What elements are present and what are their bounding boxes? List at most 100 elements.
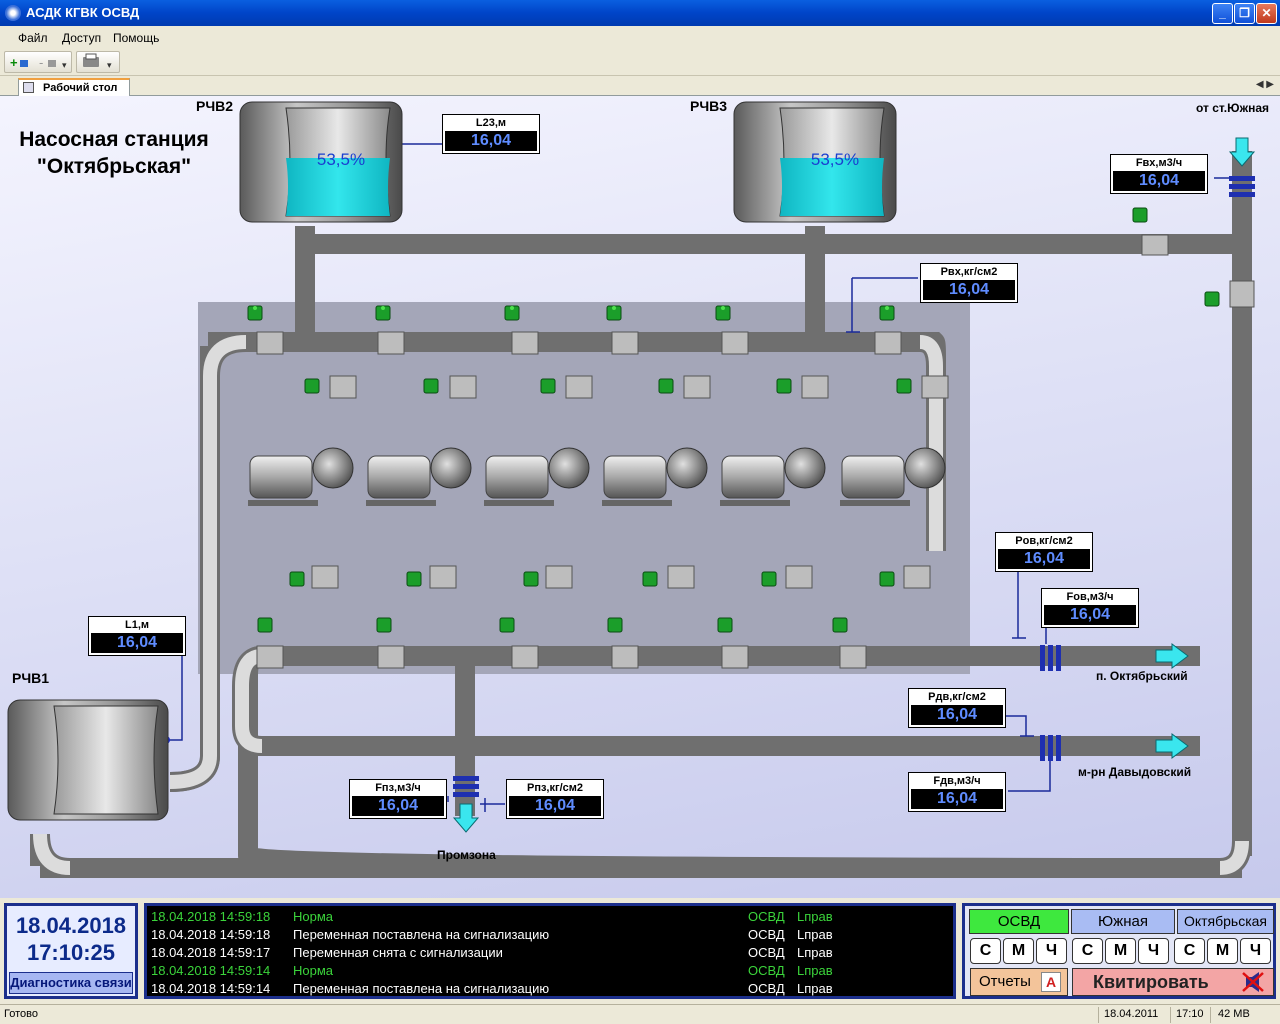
measure-pdv-value: 16,04: [911, 705, 1003, 725]
measure-pdv-title: Pдв,кг/см2: [928, 691, 986, 703]
tank-rchv2-label: РЧВ2: [196, 98, 234, 114]
log-user: Lправ: [797, 945, 833, 960]
station-title: Насосная станция "Октябрьская": [0, 126, 228, 180]
station-oktyabrskaya-button[interactable]: Октябрьская: [1177, 909, 1274, 934]
station-title-line1: Насосная станция: [19, 128, 209, 151]
filter-ch-osvd[interactable]: Ч: [1036, 938, 1067, 964]
filter-ch-yuzhnaya[interactable]: Ч: [1138, 938, 1169, 964]
log-ts: 18.04.2018 14:59:14: [151, 981, 271, 996]
acknowledge-label: Квитировать: [1093, 972, 1209, 992]
station-osvd-button[interactable]: ОСВД: [969, 909, 1069, 934]
close-button[interactable]: ✕: [1256, 3, 1277, 24]
clock-panel: 18.04.2018 17:10:25 Диагностика связи: [4, 903, 138, 999]
status-time: 17:10: [1176, 1008, 1204, 1020]
svg-text:▾: ▾: [107, 60, 112, 70]
measure-fvh[interactable]: Fвх,м3/ч 16,04: [1110, 154, 1208, 194]
log-ts: 18.04.2018 14:59:18: [151, 927, 271, 942]
log-ts: 18.04.2018 14:59:17: [151, 945, 271, 960]
log-user: Lправ: [797, 981, 833, 996]
station-yuzhnaya-button[interactable]: Южная: [1071, 909, 1175, 934]
reports-label: Отчеты: [979, 973, 1031, 990]
filter-s-osvd[interactable]: С: [970, 938, 1001, 964]
measure-l23[interactable]: L23,м 16,04: [442, 114, 540, 154]
measure-fpz-title: Fпз,м3/ч: [375, 782, 421, 794]
measure-pov[interactable]: Pов,кг/см2 16,04: [995, 532, 1093, 572]
control-panel: ОСВД Южная Октябрьская С М Ч С М Ч С М Ч…: [962, 903, 1276, 999]
measure-l1[interactable]: L1,м 16,04: [88, 616, 186, 656]
measure-fdv[interactable]: Fдв,м3/ч 16,04: [908, 772, 1006, 812]
reports-button[interactable]: Отчеты A: [970, 968, 1068, 996]
measure-fov-title: Fов,м3/ч: [1066, 591, 1114, 603]
menu-bar: Файл Доступ Помощь: [0, 26, 1280, 48]
measure-pvh-value: 16,04: [923, 280, 1015, 300]
log-row[interactable]: 18.04.2018 14:59:14 Переменная поставлена…: [151, 981, 951, 999]
filter-m-osvd[interactable]: М: [1003, 938, 1034, 964]
log-user: Lправ: [797, 927, 833, 942]
log-msg: Переменная снята с сигнализации: [293, 945, 503, 960]
measure-pov-value: 16,04: [998, 549, 1090, 569]
measure-fpz-value: 16,04: [352, 796, 444, 816]
tank-rchv1-label: РЧВ1: [12, 670, 50, 686]
measure-ppz-value: 16,04: [509, 796, 601, 816]
toolbar: + - ▾ ▾: [0, 48, 1280, 76]
bottom-panel: 18.04.2018 17:10:25 Диагностика связи 18…: [0, 898, 1280, 1004]
connect-icon[interactable]: + - ▾: [5, 52, 71, 72]
measure-fov-value: 16,04: [1044, 605, 1136, 625]
filter-m-oktyabrskaya[interactable]: М: [1207, 938, 1238, 964]
log-ts: 18.04.2018 14:59:18: [151, 909, 271, 924]
filter-s-oktyabrskaya[interactable]: С: [1174, 938, 1205, 964]
filter-s-yuzhnaya[interactable]: С: [1072, 938, 1103, 964]
tab-desktop[interactable]: Рабочий стол: [18, 78, 130, 96]
menu-help[interactable]: Помощь: [113, 31, 159, 45]
svg-text:+: +: [10, 55, 18, 70]
acknowledge-button[interactable]: Квитировать: [1072, 968, 1274, 996]
log-msg: Норма: [293, 909, 334, 924]
desktop-tab-icon: [23, 82, 34, 93]
window-title: АСДК КГВК ОСВД: [26, 5, 140, 20]
report-icon: A: [1041, 972, 1061, 992]
filter-ch-oktyabrskaya[interactable]: Ч: [1240, 938, 1271, 964]
svg-text:-: -: [39, 55, 43, 70]
minimize-button[interactable]: _: [1212, 3, 1233, 24]
measure-fpz[interactable]: Fпз,м3/ч 16,04: [349, 779, 447, 819]
filter-m-yuzhnaya[interactable]: М: [1105, 938, 1136, 964]
measure-ppz-title: Pпз,кг/см2: [526, 782, 584, 794]
log-row[interactable]: 18.04.2018 14:59:18 Переменная поставлена…: [151, 927, 951, 945]
log-src: ОСВД: [748, 927, 785, 942]
menu-access[interactable]: Доступ: [62, 31, 101, 45]
measure-fvh-value: 16,04: [1113, 171, 1205, 191]
printer-icon[interactable]: ▾: [77, 52, 119, 72]
measure-fdv-title: Fдв,м3/ч: [933, 775, 981, 787]
menu-file[interactable]: Файл: [18, 31, 48, 45]
outlet-oktyabrsky-label: п. Октябрьский: [1096, 669, 1188, 683]
outlet-promzona-label: Промзона: [437, 848, 496, 862]
measure-l1-title: L1,м: [124, 619, 150, 631]
log-src: ОСВД: [748, 945, 785, 960]
tank-rchv3-level: 53,5%: [810, 150, 860, 169]
window-titlebar: АСДК КГВК ОСВД _ ❐ ✕: [0, 0, 1280, 26]
status-memory: 42 MB: [1218, 1008, 1250, 1020]
inlet-label: от ст.Южная: [1196, 101, 1270, 115]
maximize-button[interactable]: ❐: [1234, 3, 1255, 24]
log-src: ОСВД: [748, 981, 785, 996]
mute-alarm-icon: [1242, 972, 1264, 992]
svg-text:▾: ▾: [62, 60, 67, 70]
log-user: Lправ: [797, 963, 833, 978]
measure-pvh[interactable]: Pвх,кг/см2 16,04: [920, 263, 1018, 303]
measure-pdv[interactable]: Pдв,кг/см2 16,04: [908, 688, 1006, 728]
measure-pvh-title: Pвх,кг/см2: [940, 266, 998, 278]
status-text: Готово: [4, 1008, 38, 1020]
log-msg: Переменная поставлена на сигнализацию: [293, 981, 550, 996]
clock-time: 17:10:25: [26, 940, 116, 965]
log-ts: 18.04.2018 14:59:14: [151, 963, 271, 978]
measure-fov[interactable]: Fов,м3/ч 16,04: [1041, 588, 1139, 628]
tab-scroll-arrows[interactable]: ◀ ▶: [1256, 79, 1274, 90]
diagnostics-button[interactable]: Диагностика связи: [9, 972, 133, 994]
measure-ppz[interactable]: Pпз,кг/см2 16,04: [506, 779, 604, 819]
log-row[interactable]: 18.04.2018 14:59:18 Норма ОСВД Lправ: [151, 909, 951, 927]
log-row[interactable]: 18.04.2018 14:59:14 Норма ОСВД Lправ: [151, 963, 951, 981]
log-row[interactable]: 18.04.2018 14:59:17 Переменная снята с си…: [151, 945, 951, 963]
tab-desktop-label: Рабочий стол: [43, 82, 118, 94]
measure-fdv-value: 16,04: [911, 789, 1003, 809]
measure-l23-title: L23,м: [475, 117, 507, 129]
